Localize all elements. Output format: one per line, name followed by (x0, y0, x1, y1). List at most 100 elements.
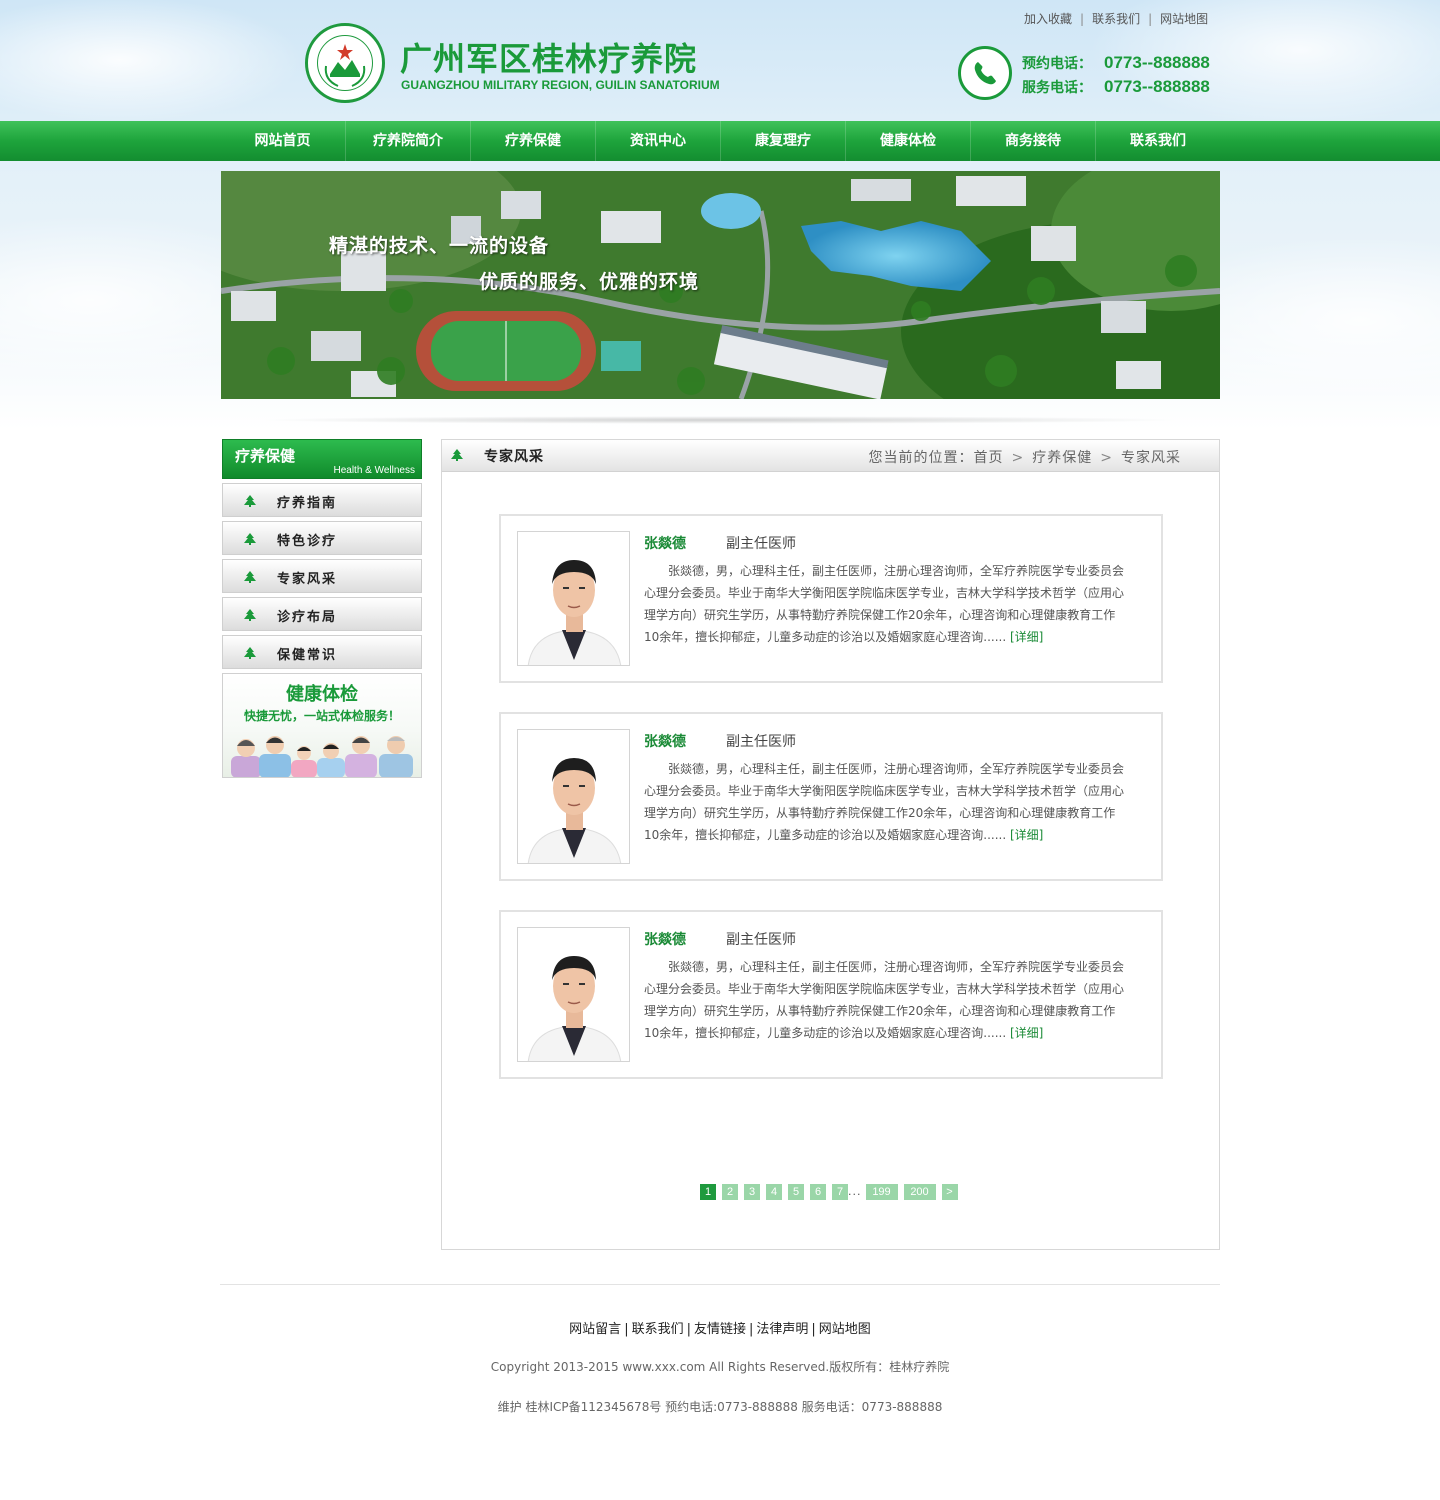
page-5-button[interactable]: 5 (788, 1184, 804, 1200)
service-phone: 服务电话： 0773--888888 (1022, 75, 1210, 99)
expert-name[interactable]: 张燚德 (644, 533, 686, 553)
page-2-button[interactable]: 2 (722, 1184, 738, 1200)
sidebar-item-label: 特色诊疗 (277, 534, 338, 549)
campus-aerial-image (221, 171, 1220, 399)
expert-role: 副主任医师 (726, 932, 796, 948)
page-7-button[interactable]: 7 (832, 1184, 848, 1200)
sidebar-item-layout[interactable]: 诊疗布局 (222, 597, 422, 631)
nav-item-contact[interactable]: 联系我们 (1095, 121, 1220, 161)
breadcrumb: 您当前的位置：首页 > 疗养保健 > 专家风采 (869, 447, 1181, 467)
pagination-ellipsis: ... (848, 1185, 862, 1198)
chevron-right-icon: > (1100, 450, 1113, 466)
expert-card: 张燚德 副主任医师 张燚德，男，心理科主任，副主任医师，注册心理咨询师，全军疗养… (499, 514, 1163, 683)
service-phone-number: 0773--888888 (1104, 77, 1210, 96)
footer-copyright: Copyright 2013-2015 www.xxx.com All Righ… (490, 1360, 950, 1374)
footer-link-friends[interactable]: 友情链接 (694, 1322, 746, 1337)
expert-description: 张燚德，男，心理科主任，副主任医师，注册心理咨询师，全军疗养院医学专业委员会心理… (644, 560, 1129, 648)
expert-name[interactable]: 张燚德 (644, 731, 686, 751)
content-header: 专家风采 您当前的位置：首页 > 疗养保健 > 专家风采 (442, 440, 1219, 472)
details-link[interactable]: [详细] (1010, 1026, 1043, 1040)
campus-banner: 精湛的技术、一流的设备 优质的服务、优雅的环境 (221, 171, 1220, 399)
banner-shadow (255, 416, 1185, 424)
sidebar-item-guide[interactable]: 疗养指南 (222, 483, 422, 517)
nav-item-business[interactable]: 商务接待 (970, 121, 1095, 161)
sidebar-header: 疗养保健 Health & Wellness (222, 439, 422, 479)
expert-photo[interactable] (517, 531, 630, 666)
contact-us-link[interactable]: 联系我们 (1092, 12, 1140, 26)
expert-card: 张燚德 副主任医师 张燚德，男，心理科主任，副主任医师，注册心理咨询师，全军疗养… (499, 712, 1163, 881)
expert-description-text: 张燚德，男，心理科主任，副主任医师，注册心理咨询师，全军疗养院医学专业委员会心理… (644, 564, 1125, 644)
expert-description: 张燚德，男，心理科主任，副主任医师，注册心理咨询师，全军疗养院医学专业委员会心理… (644, 956, 1129, 1044)
tree-bullet-icon (244, 609, 256, 621)
site-subtitle: GUANGZHOU MILITARY REGION, GUILIN SANATO… (401, 78, 720, 92)
sidebar-item-special[interactable]: 特色诊疗 (222, 521, 422, 555)
chevron-right-icon: > (1011, 450, 1025, 466)
nav-item-home[interactable]: 网站首页 (220, 121, 345, 161)
expert-description: 张燚德，男，心理科主任，副主任医师，注册心理咨询师，全军疗养院医学专业委员会心理… (644, 758, 1129, 846)
breadcrumb-home[interactable]: 首页 (974, 450, 1004, 466)
banner-slogan-1: 精湛的技术、一流的设备 (329, 235, 550, 257)
page-6-button[interactable]: 6 (810, 1184, 826, 1200)
sidebar-item-knowledge[interactable]: 保健常识 (222, 635, 422, 669)
nav-item-news[interactable]: 资讯中心 (595, 121, 720, 161)
page-4-button[interactable]: 4 (766, 1184, 782, 1200)
expert-role: 副主任医师 (726, 536, 796, 552)
booking-phone-number: 0773--888888 (1104, 53, 1210, 72)
tree-bullet-icon (244, 571, 256, 583)
seal-emblem-icon (324, 44, 366, 87)
main-nav: 网站首页 疗养院简介 疗养保健 资讯中心 康复理疗 健康体检 商务接待 联系我们 (0, 121, 1440, 161)
footer-links: 网站留言 | 联系我们 | 友情链接 | 法律声明 | 网站地图 (569, 1322, 871, 1337)
sidebar-subtitle: Health & Wellness (333, 465, 415, 476)
booking-phone: 预约电话： 0773--888888 (1022, 51, 1210, 75)
page-title: 专家风采 (484, 449, 544, 465)
sidebar-title: 疗养保健 (235, 447, 296, 465)
tree-bullet-icon (244, 647, 256, 659)
banner-slogan-2: 优质的服务、优雅的环境 (479, 271, 700, 293)
phone-icon (958, 46, 1012, 100)
add-favorite-link[interactable]: 加入收藏 (1024, 12, 1072, 26)
page-3-button[interactable]: 3 (744, 1184, 760, 1200)
footer-link-guestbook[interactable]: 网站留言 (569, 1322, 621, 1337)
sidebar-item-label: 专家风采 (277, 572, 338, 587)
ad-subtitle: 快捷无忧，一站式体检服务！ (243, 709, 400, 723)
expert-role: 副主任医师 (726, 734, 796, 750)
next-page-button[interactable]: > (941, 1184, 958, 1200)
expert-description-text: 张燚德，男，心理科主任，副主任医师，注册心理咨询师，全军疗养院医学专业委员会心理… (644, 960, 1125, 1040)
pagination: 1 2 3 4 5 6 7 ... 199 200 > (700, 1182, 964, 1200)
page-199-button[interactable]: 199 (865, 1184, 898, 1200)
expert-name[interactable]: 张燚德 (644, 929, 686, 949)
footer-divider (220, 1284, 1220, 1285)
top-links: 加入收藏 | 联系我们 | 网站地图 (1024, 12, 1209, 26)
details-link[interactable]: [详细] (1010, 828, 1043, 842)
expert-photo[interactable] (517, 927, 630, 1062)
expert-photo[interactable] (517, 729, 630, 864)
sidebar-item-experts[interactable]: 专家风采 (222, 559, 422, 593)
expert-card: 张燚德 副主任医师 张燚德，男，心理科主任，副主任医师，注册心理咨询师，全军疗养… (499, 910, 1163, 1079)
family-photo-image (231, 736, 413, 777)
footer-link-sitemap[interactable]: 网站地图 (819, 1322, 871, 1337)
details-link[interactable]: [详细] (1010, 630, 1043, 644)
nav-item-health-care[interactable]: 疗养保健 (470, 121, 595, 161)
nav-item-about[interactable]: 疗养院简介 (345, 121, 470, 161)
footer-link-contact[interactable]: 联系我们 (632, 1322, 684, 1337)
footer-link-legal[interactable]: 法律声明 (756, 1322, 808, 1337)
breadcrumb-health-care[interactable]: 疗养保健 (1032, 450, 1092, 466)
page-1-button[interactable]: 1 (700, 1184, 716, 1200)
page-200-button[interactable]: 200 (903, 1184, 936, 1200)
sanatorium-seal-logo[interactable] (305, 23, 385, 103)
nav-item-checkup[interactable]: 健康体检 (845, 121, 970, 161)
sidebar-item-label: 疗养指南 (277, 496, 338, 511)
sidebar-item-label: 保健常识 (277, 648, 338, 663)
tree-bullet-icon (244, 495, 256, 507)
breadcrumb-prefix: 您当前的位置： (868, 450, 974, 466)
sitemap-link[interactable]: 网站地图 (1160, 12, 1208, 26)
ad-title: 健康体检 (286, 684, 358, 705)
breadcrumb-current: 专家风采 (1121, 450, 1181, 466)
tree-bullet-icon (451, 449, 463, 461)
phone-numbers: 预约电话： 0773--888888 服务电话： 0773--888888 (1022, 51, 1210, 99)
checkup-ad-banner[interactable]: 健康体检 快捷无忧，一站式体检服务！ (222, 673, 422, 778)
expert-description-text: 张燚德，男，心理科主任，副主任医师，注册心理咨询师，全军疗养院医学专业委员会心理… (644, 762, 1125, 842)
sidebar-item-label: 诊疗布局 (277, 610, 338, 625)
nav-item-rehab[interactable]: 康复理疗 (720, 121, 845, 161)
site-header: 广州军区桂林疗养院 GUANGZHOU MILITARY REGION, GUI… (0, 0, 1440, 121)
